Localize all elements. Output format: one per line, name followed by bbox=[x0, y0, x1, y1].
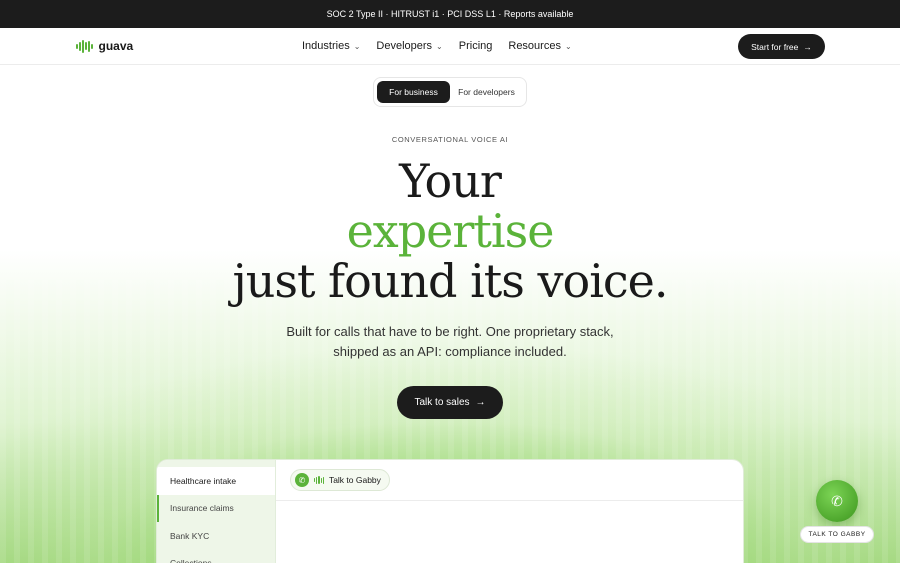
toggle-for-developers[interactable]: For developers bbox=[450, 81, 523, 103]
demo-card: Healthcare intake Insurance claims Bank … bbox=[156, 459, 744, 563]
talk-to-gabby-button[interactable]: ✆ Talk to Gabby bbox=[290, 469, 390, 491]
toggle-for-business[interactable]: For business bbox=[377, 81, 450, 103]
use-case-bank-kyc[interactable]: Bank KYC bbox=[157, 522, 275, 550]
headline-line-1: Your bbox=[399, 154, 502, 208]
headline-line-2: expertise bbox=[346, 204, 555, 258]
subtext-line-1: Built for calls that have to be right. O… bbox=[286, 324, 614, 339]
waveform-logo-icon bbox=[76, 39, 93, 53]
announcement-bar[interactable]: SOC 2 Type II · HITRUST i1 · PCI DSS L1 … bbox=[0, 0, 900, 28]
start-for-free-button[interactable]: Start for free → bbox=[738, 34, 825, 59]
hero-subtext: Built for calls that have to be right. O… bbox=[0, 322, 900, 362]
hero-eyebrow: CONVERSATIONAL VOICE AI bbox=[391, 135, 509, 144]
audience-toggle: For business For developers bbox=[373, 77, 527, 107]
use-case-healthcare-intake[interactable]: Healthcare intake bbox=[157, 467, 275, 495]
use-case-collections[interactable]: Collections bbox=[157, 550, 275, 563]
nav-item-pricing[interactable]: Pricing bbox=[459, 40, 493, 52]
use-case-insurance-claims[interactable]: Insurance claims bbox=[157, 494, 275, 522]
chevron-down-icon: ⌄ bbox=[353, 41, 361, 51]
demo-header: ✆ Talk to Gabby bbox=[276, 460, 743, 501]
waveform-icon bbox=[314, 476, 324, 484]
logo[interactable]: guava bbox=[76, 39, 133, 53]
arrow-right-icon: → bbox=[803, 41, 812, 52]
nav-item-industries[interactable]: Industries ⌄ bbox=[302, 40, 360, 52]
floating-talk-to-gabby-label[interactable]: TALK TO GABBY bbox=[800, 526, 874, 543]
nav-item-developers[interactable]: Developers ⌄ bbox=[376, 40, 442, 52]
talk-to-sales-label: Talk to sales bbox=[414, 397, 470, 408]
arrow-right-icon: → bbox=[475, 397, 486, 408]
nav-links: Industries ⌄ Developers ⌄ Pricing Resour… bbox=[302, 40, 572, 52]
hero-headline: Your expertise just found its voice. bbox=[0, 156, 900, 306]
start-for-free-label: Start for free bbox=[751, 41, 799, 52]
nav-item-label: Resources bbox=[508, 40, 561, 52]
subtext-line-2: shipped as an API: compliance included. bbox=[333, 344, 567, 359]
nav-item-label: Developers bbox=[376, 40, 433, 52]
floating-call-button[interactable]: ✆ bbox=[816, 480, 858, 522]
nav-item-label: Industries bbox=[302, 40, 350, 52]
headline-line-3: just found its voice. bbox=[232, 254, 668, 308]
announcement-text[interactable]: SOC 2 Type II · HITRUST i1 · PCI DSS L1 … bbox=[327, 9, 574, 19]
talk-to-sales-button[interactable]: Talk to sales → bbox=[397, 386, 503, 419]
chevron-down-icon: ⌄ bbox=[564, 41, 572, 51]
nav-item-resources[interactable]: Resources ⌄ bbox=[508, 40, 571, 52]
chevron-down-icon: ⌄ bbox=[436, 41, 443, 51]
use-case-sidebar: Healthcare intake Insurance claims Bank … bbox=[157, 460, 276, 563]
talk-to-gabby-label: Talk to Gabby bbox=[328, 475, 381, 485]
phone-icon: ✆ bbox=[831, 492, 843, 509]
brand-name: guava bbox=[98, 39, 134, 53]
phone-icon: ✆ bbox=[295, 473, 309, 487]
nav-item-label: Pricing bbox=[458, 40, 493, 52]
